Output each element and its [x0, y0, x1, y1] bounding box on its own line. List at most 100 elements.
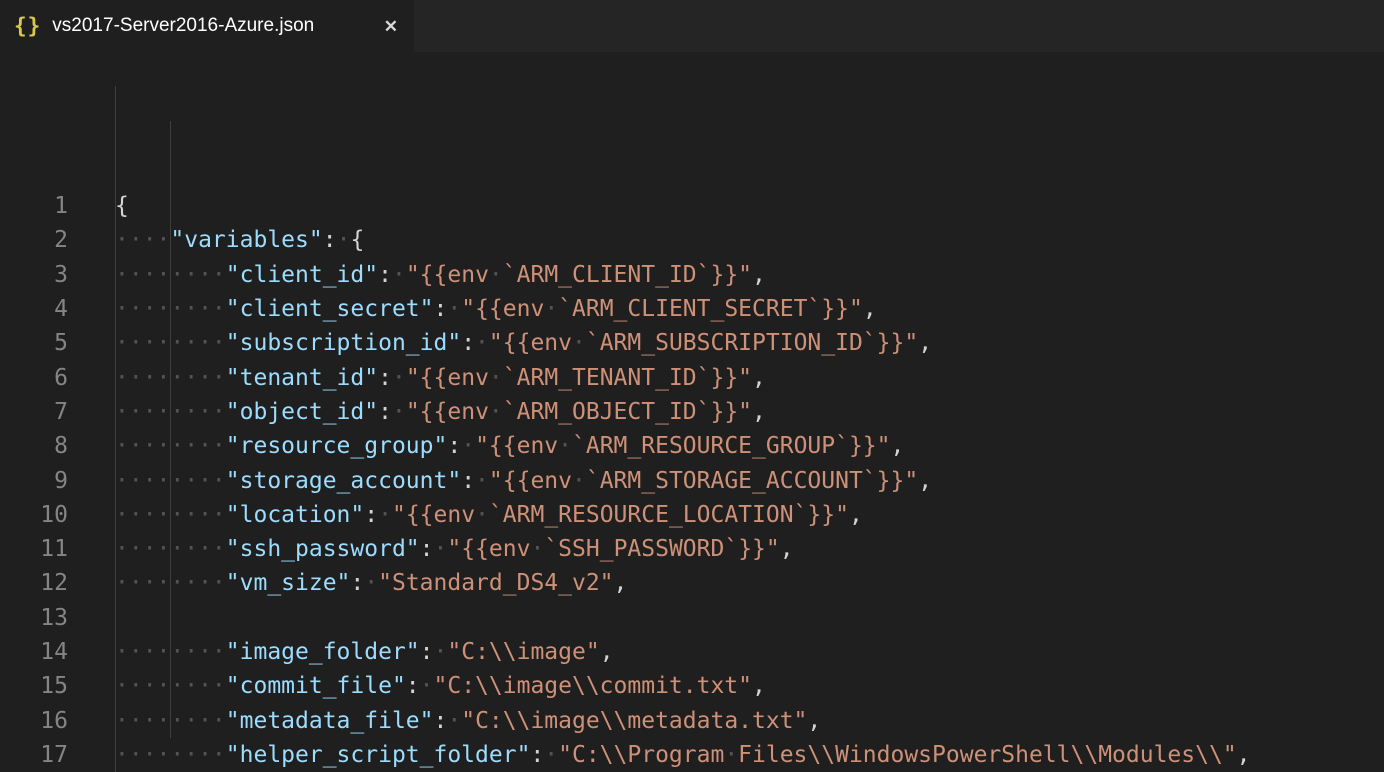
tab-title: vs2017-Server2016-Azure.json: [52, 15, 314, 37]
line-number[interactable]: 9: [0, 464, 68, 498]
token-p: :: [323, 227, 337, 253]
line-number[interactable]: 8: [0, 429, 68, 463]
token-p: :: [378, 365, 392, 391]
line-number[interactable]: 15: [0, 669, 68, 703]
whitespace-dots: ········: [115, 639, 226, 665]
token-p: :: [378, 262, 392, 288]
line-number[interactable]: 13: [0, 601, 68, 635]
close-icon[interactable]: ✕: [384, 18, 398, 35]
code-line[interactable]: 7 ········"object_id":·"{{env·`ARM_OBJECT…: [0, 395, 1384, 429]
code-line[interactable]: 5 ········"subscription_id":·"{{env·`ARM_…: [0, 326, 1384, 360]
code-text[interactable]: {: [115, 189, 129, 223]
code-line[interactable]: 4········"client_secret":·"{{env·`ARM_CL…: [0, 292, 1384, 326]
line-number[interactable]: 4: [0, 292, 68, 326]
token-p: ,: [752, 673, 766, 699]
code-text[interactable]: ········"image_folder":·"C:\\image",: [115, 635, 614, 669]
code-line[interactable]: 2 ····"variables":·{: [0, 223, 1384, 257]
token-s: `SSH_PASSWORD`}}": [544, 536, 779, 562]
token-s: "C:\\image\\commit.txt": [434, 673, 753, 699]
token-s: "{{env: [406, 399, 489, 425]
code-text[interactable]: ········"client_id":·"{{env·`ARM_CLIENT_…: [115, 258, 766, 292]
code-line[interactable]: 17 ········"helper_script_folder":·"C:\\P…: [0, 738, 1384, 772]
whitespace-dots: ·: [434, 639, 448, 665]
code-text[interactable]: ········"client_secret":·"{{env·`ARM_CLI…: [115, 292, 877, 326]
token-s: "C:\\image": [447, 639, 599, 665]
code-line[interactable]: 3········"client_id":·"{{env·`ARM_CLIENT…: [0, 258, 1384, 292]
whitespace-dots: ·: [392, 399, 406, 425]
tab-vs2017-server2016-azure-json[interactable]: {} vs2017-Server2016-Azure.json ✕: [0, 0, 414, 52]
code-text[interactable]: ········"tenant_id":·"{{env·`ARM_TENANT_…: [115, 361, 766, 395]
line-number[interactable]: 2: [0, 223, 68, 257]
line-number[interactable]: 11: [0, 532, 68, 566]
token-k: "tenant_id": [226, 365, 378, 391]
token-p: :: [420, 536, 434, 562]
whitespace-dots: ········: [115, 708, 226, 734]
line-number[interactable]: 5: [0, 326, 68, 360]
token-p: ,: [849, 502, 863, 528]
code-text[interactable]: ········"subscription_id":·"{{env·`ARM_S…: [115, 326, 932, 360]
code-line[interactable]: 6········"tenant_id":·"{{env·`ARM_TENANT…: [0, 361, 1384, 395]
whitespace-dots: ········: [115, 536, 226, 562]
line-number[interactable]: 6: [0, 361, 68, 395]
code-line[interactable]: 8········"resource_group":·"{{env·`ARM_R…: [0, 429, 1384, 463]
line-number[interactable]: 10: [0, 498, 68, 532]
code-line[interactable]: 10········"location":·"{{env·`ARM_RESOUR…: [0, 498, 1384, 532]
code-text[interactable]: ········"object_id":·"{{env·`ARM_OBJECT_…: [115, 395, 766, 429]
code-line[interactable]: 14········"image_folder":·"C:\\image",: [0, 635, 1384, 669]
line-number[interactable]: 16: [0, 704, 68, 738]
token-k: "client_secret": [226, 296, 434, 322]
whitespace-dots: ·: [558, 433, 572, 459]
token-s: "{{env: [406, 365, 489, 391]
code-line[interactable]: 13: [0, 601, 1384, 635]
token-p: ,: [918, 330, 932, 356]
token-s: "{{env: [447, 536, 530, 562]
code-text[interactable]: ········"location":·"{{env·`ARM_RESOURCE…: [115, 498, 863, 532]
token-p: ,: [1237, 742, 1251, 768]
token-k: "helper_script_folder": [226, 742, 531, 768]
line-number[interactable]: 1: [0, 189, 68, 223]
whitespace-dots: ········: [115, 399, 226, 425]
code-text[interactable]: ····"variables":·{: [115, 223, 364, 257]
whitespace-dots: ·: [461, 433, 475, 459]
code-text[interactable]: ········"metadata_file":·"C:\\image\\met…: [115, 704, 821, 738]
token-s: "{{env: [489, 468, 572, 494]
code-text[interactable]: ········"helper_script_folder":·"C:\\Pro…: [115, 738, 1251, 772]
whitespace-dots: ·: [489, 365, 503, 391]
token-s: `ARM_OBJECT_ID`}}": [503, 399, 752, 425]
line-number[interactable]: 12: [0, 566, 68, 600]
whitespace-dots: ·: [572, 330, 586, 356]
code-line[interactable]: 1{: [0, 189, 1384, 223]
token-k: "image_folder": [226, 639, 420, 665]
whitespace-dots: ····: [115, 227, 170, 253]
whitespace-dots: ·: [378, 502, 392, 528]
editor-code-area[interactable]: 1{2····"variables":·{3········"client_id…: [0, 52, 1384, 772]
token-p: ,: [752, 262, 766, 288]
whitespace-dots: ·: [434, 536, 448, 562]
token-s: `ARM_TENANT_ID`}}": [503, 365, 752, 391]
code-text[interactable]: ········"resource_group":·"{{env·`ARM_RE…: [115, 429, 904, 463]
code-line[interactable]: 11········"ssh_password":·"{{env·`SSH_PA…: [0, 532, 1384, 566]
line-number[interactable]: 7: [0, 395, 68, 429]
whitespace-dots: ·: [392, 262, 406, 288]
token-k: "ssh_password": [226, 536, 420, 562]
whitespace-dots: ·: [475, 502, 489, 528]
token-k: "vm_size": [226, 570, 351, 596]
code-line[interactable]: 9 ········"storage_account":·"{{env·`ARM_…: [0, 464, 1384, 498]
code-text[interactable]: ········"ssh_password":·"{{env·`SSH_PASS…: [115, 532, 794, 566]
token-p: :: [530, 742, 544, 768]
code-text[interactable]: ········"storage_account":·"{{env·`ARM_S…: [115, 464, 932, 498]
token-p: ,: [600, 639, 614, 665]
line-number[interactable]: 3: [0, 258, 68, 292]
whitespace-dots: ·: [447, 296, 461, 322]
line-number[interactable]: 17: [0, 738, 68, 772]
tab-bar: {} vs2017-Server2016-Azure.json ✕: [0, 0, 1384, 52]
code-text[interactable]: ········"vm_size":·"Standard_DS4_v2",: [115, 566, 627, 600]
token-s: `ARM_SUBSCRIPTION_ID`}}": [586, 330, 918, 356]
code-text[interactable]: ········"commit_file":·"C:\\image\\commi…: [115, 669, 766, 703]
line-number[interactable]: 14: [0, 635, 68, 669]
token-k: "client_id": [226, 262, 378, 288]
code-line[interactable]: 15 ········"commit_file":·"C:\\image\\com…: [0, 669, 1384, 703]
code-line[interactable]: 16 ········"metadata_file":·"C:\\image\\m…: [0, 704, 1384, 738]
token-s: `ARM_CLIENT_SECRET`}}": [558, 296, 863, 322]
code-line[interactable]: 12 ········"vm_size":·"Standard_DS4_v2",: [0, 566, 1384, 600]
